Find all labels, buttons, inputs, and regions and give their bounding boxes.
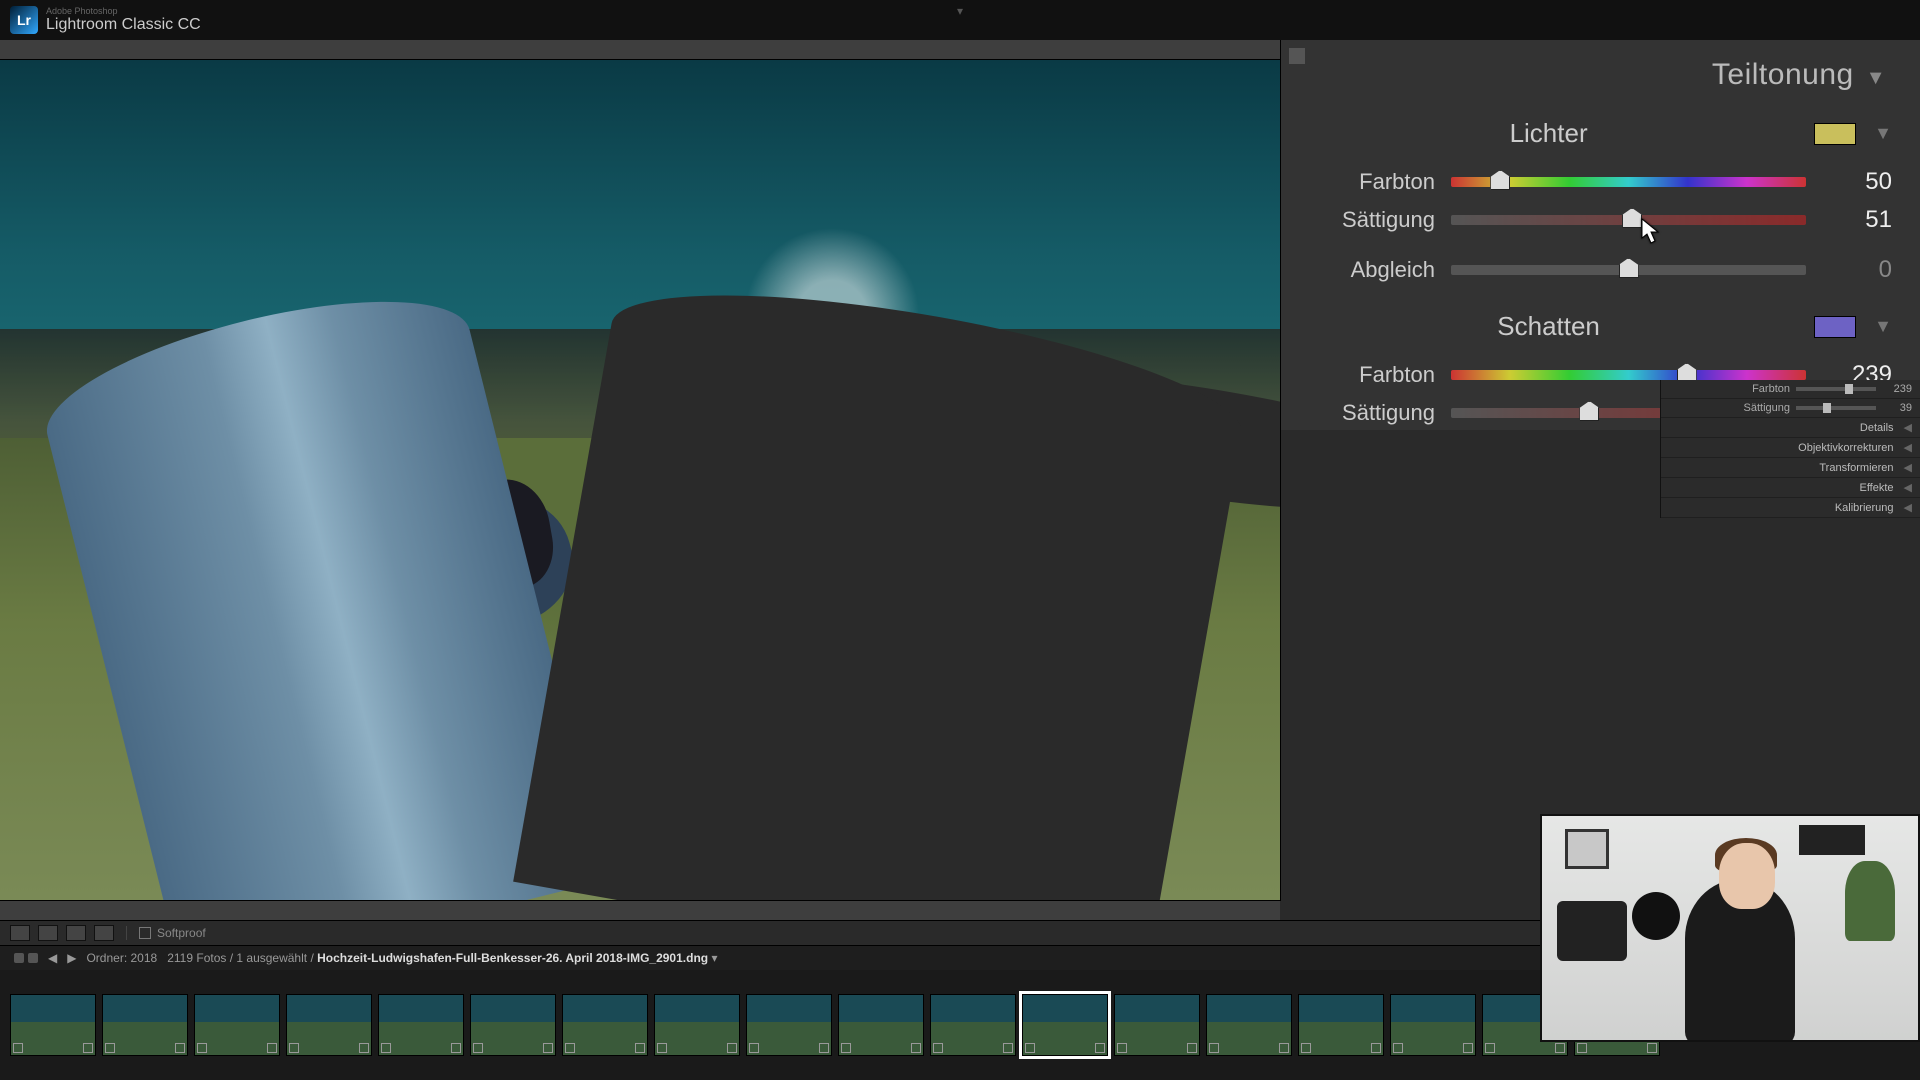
develop-panel-small: Farbton 239 Sättigung 39 Details◀Objekti… xyxy=(1660,380,1920,518)
chevron-down-icon[interactable]: ▼ xyxy=(1866,67,1886,89)
filmstrip-thumb[interactable] xyxy=(1390,994,1476,1056)
filmstrip-thumb[interactable] xyxy=(746,994,832,1056)
highlights-label: Lichter xyxy=(1301,118,1796,149)
collapsed-panel-header[interactable]: Objektivkorrekturen◀ xyxy=(1661,438,1920,458)
filmstrip-thumb[interactable] xyxy=(654,994,740,1056)
filmstrip-thumb[interactable] xyxy=(10,994,96,1056)
collapsed-panel-header[interactable]: Details◀ xyxy=(1661,418,1920,438)
softproof-checkbox[interactable]: Softproof xyxy=(139,926,206,940)
filmstrip-thumb[interactable] xyxy=(1206,994,1292,1056)
nav-fwd-icon[interactable]: ▶ xyxy=(67,951,76,965)
filmstrip-thumb[interactable] xyxy=(1022,994,1108,1056)
mini-sat-row[interactable]: Sättigung 39 xyxy=(1661,399,1920,418)
highlights-swatch[interactable] xyxy=(1814,123,1856,145)
view-mode-icon[interactable] xyxy=(94,925,114,941)
collapsed-panel-header[interactable]: Transformieren◀ xyxy=(1661,458,1920,478)
filmstrip-thumb[interactable] xyxy=(930,994,1016,1056)
chevron-down-icon[interactable]: ▼ xyxy=(1874,123,1892,144)
brand-small: Adobe Photoshop xyxy=(46,7,201,16)
view-mode-icon[interactable] xyxy=(38,925,58,941)
chevron-down-icon[interactable]: ▼ xyxy=(1874,316,1892,337)
filmstrip-thumb[interactable] xyxy=(378,994,464,1056)
highlights-sat-slider[interactable]: Sättigung 51 xyxy=(1301,201,1892,239)
filmstrip-thumb[interactable] xyxy=(838,994,924,1056)
filmstrip-thumb[interactable] xyxy=(562,994,648,1056)
view-mode-icon[interactable] xyxy=(10,925,30,941)
webcam-overlay xyxy=(1540,814,1920,1042)
panel-title[interactable]: Teiltonung▼ xyxy=(1281,40,1920,102)
collapse-handle-icon[interactable]: ▾ xyxy=(957,4,963,18)
shadows-label: Schatten xyxy=(1301,311,1796,342)
mini-hue-row[interactable]: Farbton 239 xyxy=(1661,380,1920,399)
shadows-swatch[interactable] xyxy=(1814,316,1856,338)
slider-thumb[interactable] xyxy=(1490,170,1510,190)
highlights-hue-slider[interactable]: Farbton 50 xyxy=(1301,163,1892,201)
collapsed-panel-header[interactable]: Kalibrierung◀ xyxy=(1661,498,1920,518)
image-canvas[interactable] xyxy=(0,40,1280,920)
preview-photo xyxy=(0,60,1280,900)
filmstrip-thumb[interactable] xyxy=(1114,994,1200,1056)
highlights-hue-value[interactable]: 50 xyxy=(1806,168,1892,196)
app-name: Lightroom Classic CC xyxy=(46,16,201,34)
view-mode-icon[interactable] xyxy=(66,925,86,941)
filmstrip-thumb[interactable] xyxy=(1298,994,1384,1056)
filmstrip-thumb[interactable] xyxy=(470,994,556,1056)
app-logo: Lr xyxy=(10,6,38,34)
slider-thumb[interactable] xyxy=(1619,258,1639,278)
collapsed-panel-header[interactable]: Effekte◀ xyxy=(1661,478,1920,498)
balance-slider[interactable]: Abgleich 0 xyxy=(1301,251,1892,289)
current-filename: Hochzeit-Ludwigshafen-Full-Benkesser-26.… xyxy=(317,951,708,965)
grid-icon[interactable] xyxy=(14,953,38,963)
balance-value[interactable]: 0 xyxy=(1806,256,1892,284)
slider-thumb[interactable] xyxy=(1622,208,1642,228)
nav-back-icon[interactable]: ◀ xyxy=(48,951,57,965)
filmstrip-thumb[interactable] xyxy=(194,994,280,1056)
filmstrip-thumb[interactable] xyxy=(286,994,372,1056)
split-toning-panel: Teiltonung▼ Lichter ▼ Farbton 50 Sättigu… xyxy=(1280,40,1920,430)
slider-thumb[interactable] xyxy=(1579,401,1599,421)
filmstrip-thumb[interactable] xyxy=(102,994,188,1056)
highlights-sat-value[interactable]: 51 xyxy=(1806,206,1892,234)
title-bar: Lr Adobe Photoshop Lightroom Classic CC … xyxy=(0,0,1920,40)
